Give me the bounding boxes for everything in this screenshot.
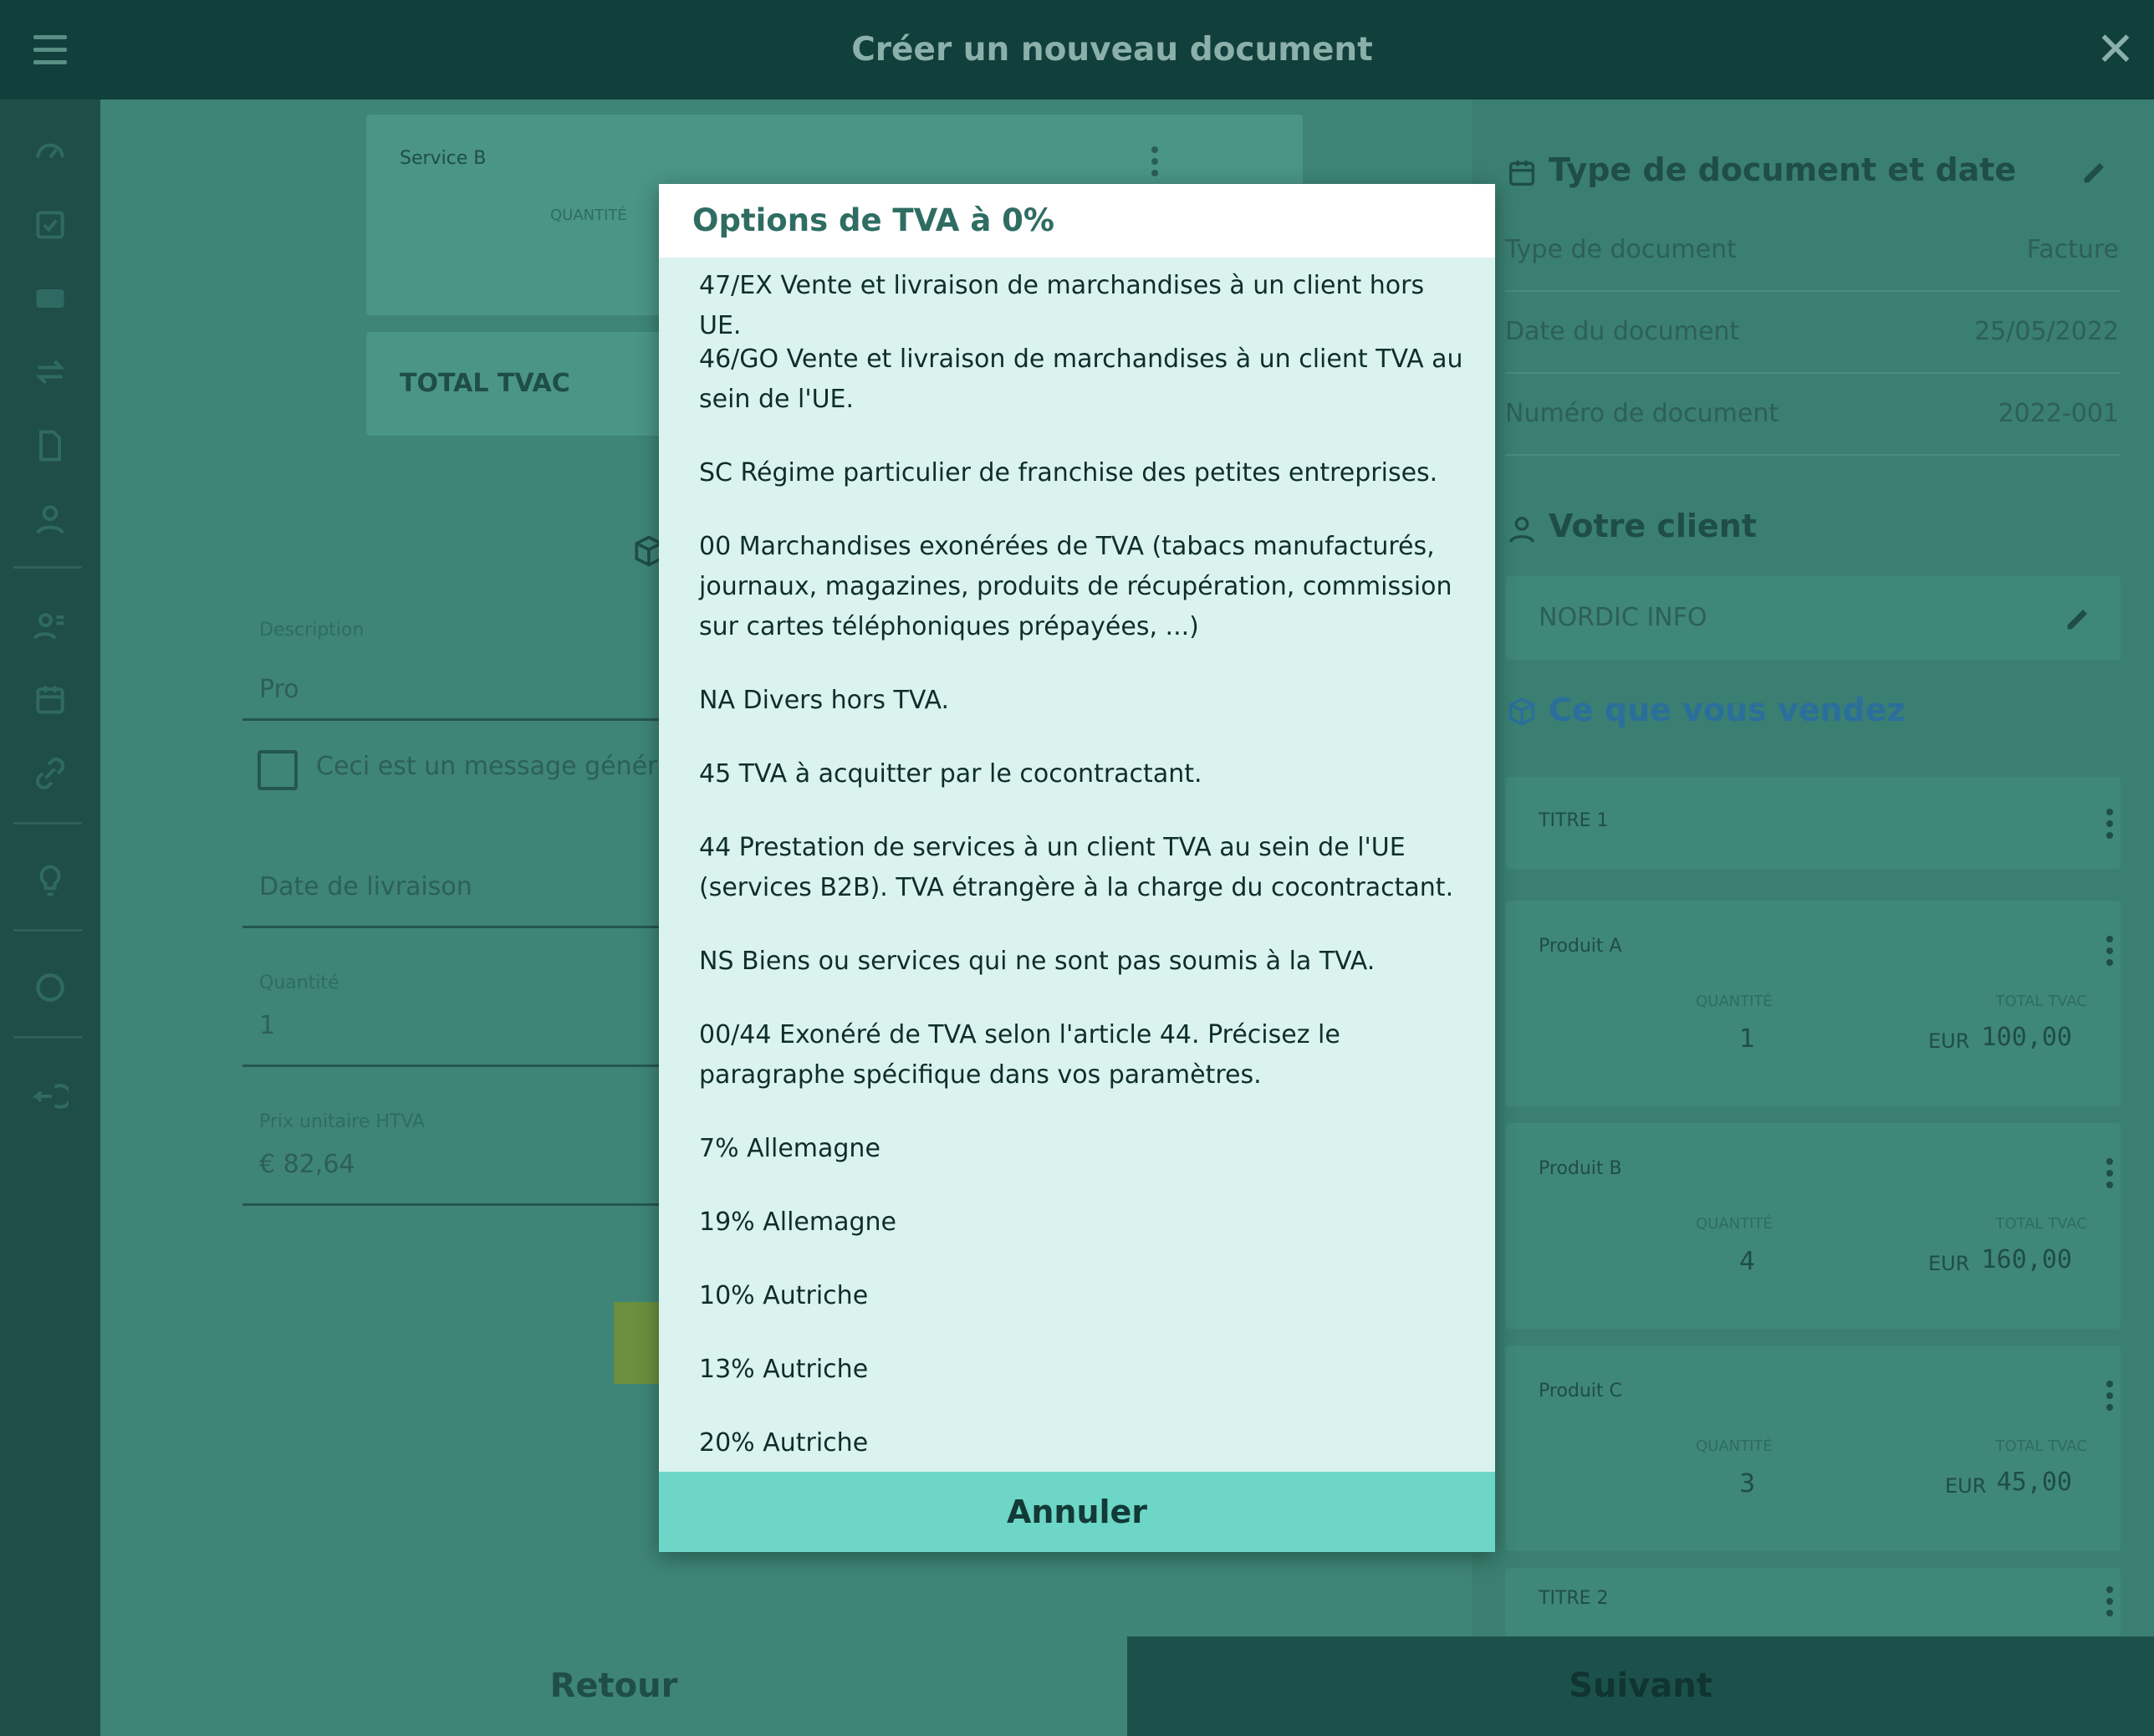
vat-option-47ex[interactable]: 47/EX Vente et livraison de marchandises… <box>699 266 1468 346</box>
cancel-button[interactable]: Annuler <box>659 1472 1495 1552</box>
circle-icon[interactable] <box>32 969 69 1006</box>
vat-option-at-13[interactable]: 13% Autriche <box>699 1350 1468 1390</box>
logout-icon[interactable] <box>32 1078 73 1115</box>
vat-option-at-10[interactable]: 10% Autriche <box>699 1276 1468 1316</box>
vat-option-de-7[interactable]: 7% Allemagne <box>699 1129 1468 1169</box>
unit-price-input[interactable]: € 82,64 <box>259 1150 355 1179</box>
currency: EUR <box>1928 1029 1970 1053</box>
summary-panel: Type de document et date Type de documen… <box>1472 100 2154 1636</box>
unit-price-label: Prix unitaire HTVA <box>259 1111 426 1132</box>
qty-label: QUANTITÉ <box>1696 1215 1773 1233</box>
generic-message-checkbox[interactable] <box>258 750 298 790</box>
vat-options-list: 47/EX Vente et livraison de marchandises… <box>659 258 1495 1656</box>
list-item[interactable]: TITRE 2 <box>1505 1568 2121 1636</box>
vat-option-ns[interactable]: NS Biens ou services qui ne sont pas sou… <box>699 942 1468 982</box>
menu-icon[interactable] <box>23 23 77 77</box>
sidebar <box>0 100 100 1736</box>
vat-option-44[interactable]: 44 Prestation de services à un client TV… <box>699 828 1468 908</box>
quantity-input[interactable]: 1 <box>259 1011 275 1040</box>
vat-option-de-19[interactable]: 19% Allemagne <box>699 1202 1468 1243</box>
vat-option-at-20[interactable]: 20% Autriche <box>699 1423 1468 1463</box>
more-vert-icon[interactable] <box>2106 934 2114 968</box>
list-item[interactable]: TITRE 1 <box>1505 777 2121 869</box>
qty-label: QUANTITÉ <box>550 207 627 224</box>
checkbox-icon[interactable] <box>32 207 69 243</box>
doc-section-title: Type de document et date <box>1549 151 2017 188</box>
qty-value: 1 <box>1739 1024 1756 1054</box>
total-label: TOTAL TVAC <box>400 369 570 398</box>
dialog-title: Options de TVA à 0% <box>692 202 1054 238</box>
transfer-icon[interactable] <box>32 354 69 391</box>
user-icon <box>1505 513 1539 546</box>
total-value: 160,00 <box>1981 1245 2072 1274</box>
vat-option-00[interactable]: 00 Marchandises exonérées de TVA (tabacs… <box>699 527 1468 647</box>
qty-label: QUANTITÉ <box>1696 993 1773 1010</box>
client-card[interactable]: NORDIC INFO <box>1505 576 2121 660</box>
item-name: Produit C <box>1539 1381 1622 1402</box>
item-name: Produit B <box>1539 1158 1622 1179</box>
more-vert-icon[interactable] <box>2106 807 2114 840</box>
doc-number-value: 2022-001 <box>1998 399 2119 428</box>
user-icon[interactable] <box>32 501 69 538</box>
doc-date-value: 25/05/2022 <box>1974 317 2119 346</box>
vat-option-46go[interactable]: 46/GO Vente et livraison de marchandises… <box>699 340 1468 420</box>
pencil-icon[interactable] <box>2062 601 2095 635</box>
card-icon[interactable] <box>32 280 69 317</box>
doc-type-value: Facture <box>2026 235 2119 264</box>
generic-message-label: Ceci est un message génériqu <box>316 752 697 781</box>
currency: EUR <box>1928 1252 1970 1275</box>
qty-value: 3 <box>1739 1469 1756 1499</box>
dialog-header: Options de TVA à 0% <box>659 184 1495 258</box>
doc-number-label: Numéro de document <box>1505 399 1779 428</box>
description-input[interactable]: Pro <box>259 675 299 704</box>
top-bar: Créer un nouveau document ✕ <box>0 0 2154 100</box>
item-name: Service B <box>400 148 487 169</box>
vat-option-sc[interactable]: SC Régime particulier de franchise des p… <box>699 453 1468 493</box>
description-label: Description <box>259 620 365 641</box>
delivery-date-input[interactable]: Date de livraison <box>259 872 472 901</box>
total-label: TOTAL TVAC <box>1995 1437 2087 1455</box>
total-value: 45,00 <box>1996 1468 2072 1497</box>
list-item[interactable]: Produit C QUANTITÉ TOTAL TVAC 3 EUR 45,0… <box>1505 1345 2121 1551</box>
pencil-icon[interactable] <box>2079 155 2112 188</box>
item-name: Produit A <box>1539 936 1622 957</box>
page-title: Créer un nouveau document <box>851 31 1373 69</box>
lightbulb-icon[interactable] <box>32 862 69 899</box>
qty-label: QUANTITÉ <box>1696 1437 1773 1455</box>
item-name: TITRE 1 <box>1539 810 1609 831</box>
list-item[interactable]: Produit B QUANTITÉ TOTAL TVAC 4 EUR 160,… <box>1505 1123 2121 1329</box>
link-icon[interactable] <box>32 755 69 792</box>
close-icon[interactable]: ✕ <box>2090 25 2141 75</box>
vat-option-00-44[interactable]: 00/44 Exonéré de TVA selon l'article 44.… <box>699 1015 1468 1095</box>
quantity-label: Quantité <box>259 973 339 993</box>
total-label: TOTAL TVAC <box>1995 1215 2087 1233</box>
doc-type-label: Type de document <box>1505 235 1737 264</box>
total-value: 100,00 <box>1981 1023 2072 1052</box>
vat-options-dialog: Options de TVA à 0% 47/EX Vente et livra… <box>659 184 1495 1552</box>
more-vert-icon[interactable] <box>1151 145 1159 178</box>
more-vert-icon[interactable] <box>2106 1156 2114 1190</box>
vat-option-45[interactable]: 45 TVA à acquitter par le cocontractant. <box>699 754 1468 794</box>
total-label: TOTAL TVAC <box>1995 993 2087 1010</box>
calendar-icon <box>1505 156 1539 190</box>
user-list-icon[interactable] <box>32 608 69 645</box>
qty-value: 4 <box>1739 1247 1756 1276</box>
item-name: TITRE 2 <box>1539 1588 1609 1609</box>
currency: EUR <box>1945 1474 1987 1498</box>
doc-date-label: Date du document <box>1505 317 1740 346</box>
list-item[interactable]: Produit A QUANTITÉ TOTAL TVAC 1 EUR 100,… <box>1505 901 2121 1106</box>
client-section-title: Votre client <box>1549 508 1757 544</box>
document-icon[interactable] <box>32 427 69 464</box>
sell-section-title: Ce que vous vendez <box>1549 692 1906 728</box>
more-vert-icon[interactable] <box>2106 1585 2114 1618</box>
more-vert-icon[interactable] <box>2106 1379 2114 1412</box>
dashboard-icon[interactable] <box>32 133 69 170</box>
client-name: NORDIC INFO <box>1539 603 1707 632</box>
cube-icon <box>1505 695 1539 728</box>
vat-option-na[interactable]: NA Divers hors TVA. <box>699 681 1468 721</box>
calendar-icon[interactable] <box>32 682 69 718</box>
